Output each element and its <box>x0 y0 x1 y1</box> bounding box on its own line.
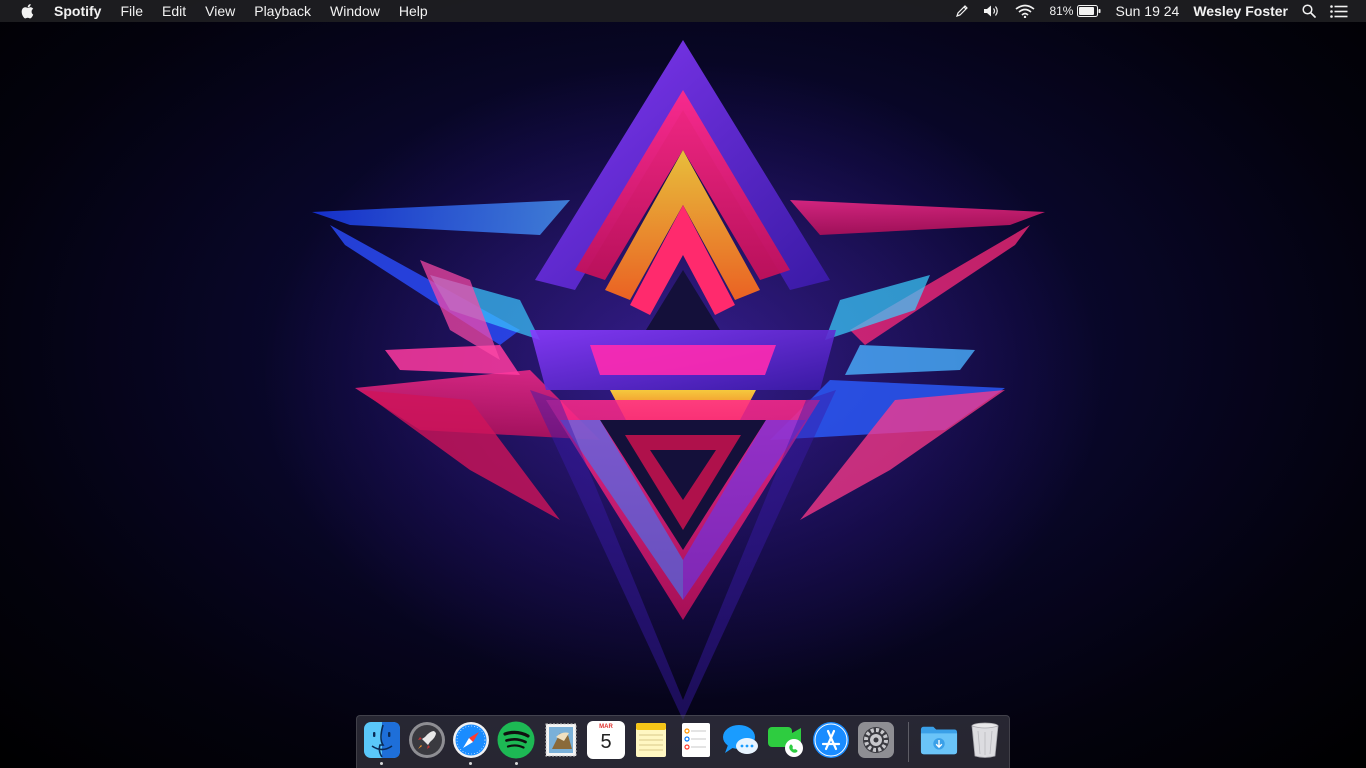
menu-bar-status: 81% Sun 19 24 Wesley Foster <box>948 0 1366 22</box>
menu-playback[interactable]: Playback <box>245 0 321 22</box>
dock-messages[interactable] <box>722 721 760 759</box>
dock-safari-running-indicator <box>469 762 472 765</box>
menu-bar: Spotify File Edit View Playback Window H… <box>0 0 1366 22</box>
desktop[interactable]: Spotify File Edit View Playback Window H… <box>0 0 1366 768</box>
dock-calendar[interactable]: MAR 5 <box>587 721 625 759</box>
wifi-icon <box>1015 4 1035 18</box>
rocket-icon <box>409 722 445 758</box>
battery-icon <box>1077 5 1101 17</box>
menu-file[interactable]: File <box>111 0 153 22</box>
apple-icon <box>21 4 33 19</box>
downloads-folder-icon <box>920 726 958 755</box>
menu-bar-left: Spotify File Edit View Playback Window H… <box>0 0 437 22</box>
battery-percent: 81% <box>1049 4 1074 18</box>
menu-help[interactable]: Help <box>389 0 437 22</box>
finder-icon <box>364 722 400 758</box>
dock-app-store[interactable] <box>812 721 850 759</box>
spotlight-button[interactable] <box>1295 0 1323 22</box>
facetime-icon <box>768 727 803 757</box>
app-menu-spotify[interactable]: Spotify <box>54 0 111 22</box>
search-icon <box>1302 4 1316 18</box>
messages-icon <box>723 725 758 754</box>
list-icon <box>1330 4 1348 18</box>
dock-safari[interactable] <box>452 721 490 759</box>
status-wifi-menu[interactable] <box>1008 0 1042 22</box>
dock: MAR 5 <box>356 715 1010 768</box>
status-battery-menu[interactable]: 81% <box>1042 0 1108 22</box>
dock-spotify[interactable] <box>497 721 535 759</box>
desktop-wallpaper <box>263 40 1103 720</box>
dock-downloads-stack[interactable] <box>920 721 958 759</box>
dock-system-preferences[interactable] <box>857 721 895 759</box>
mail-stamp-icon <box>545 723 577 757</box>
spotify-icon <box>497 721 535 759</box>
reminders-icon <box>682 723 710 757</box>
status-pen-menu[interactable] <box>948 0 976 22</box>
trash-icon <box>971 722 999 758</box>
menu-edit[interactable]: Edit <box>153 0 196 22</box>
menu-view[interactable]: View <box>196 0 245 22</box>
gear-icon <box>858 722 894 758</box>
calendar-month: MAR <box>599 724 613 730</box>
menu-window[interactable]: Window <box>321 0 390 22</box>
dock-spotify-running-indicator <box>515 762 518 765</box>
pen-icon <box>956 5 969 17</box>
calendar-day: 5 <box>600 731 612 753</box>
dock-facetime[interactable] <box>767 721 805 759</box>
volume-icon <box>984 5 999 17</box>
notification-center-button[interactable] <box>1323 0 1366 22</box>
compass-icon <box>453 722 489 758</box>
dock-finder-running-indicator <box>380 762 383 765</box>
app-store-icon <box>813 722 849 758</box>
dock-launchpad[interactable] <box>408 721 446 759</box>
apple-menu[interactable] <box>20 3 34 19</box>
status-volume-menu[interactable] <box>976 0 1008 22</box>
dock-separator <box>908 722 909 762</box>
dock-notes[interactable] <box>632 721 670 759</box>
user-name[interactable]: Wesley Foster <box>1186 0 1295 22</box>
dock-reminders[interactable] <box>677 721 715 759</box>
dock-finder[interactable] <box>363 721 401 759</box>
dock-mail[interactable] <box>542 721 580 759</box>
dock-trash[interactable] <box>966 721 1004 759</box>
notes-icon <box>636 723 666 757</box>
clock[interactable]: Sun 19 24 <box>1108 0 1186 22</box>
